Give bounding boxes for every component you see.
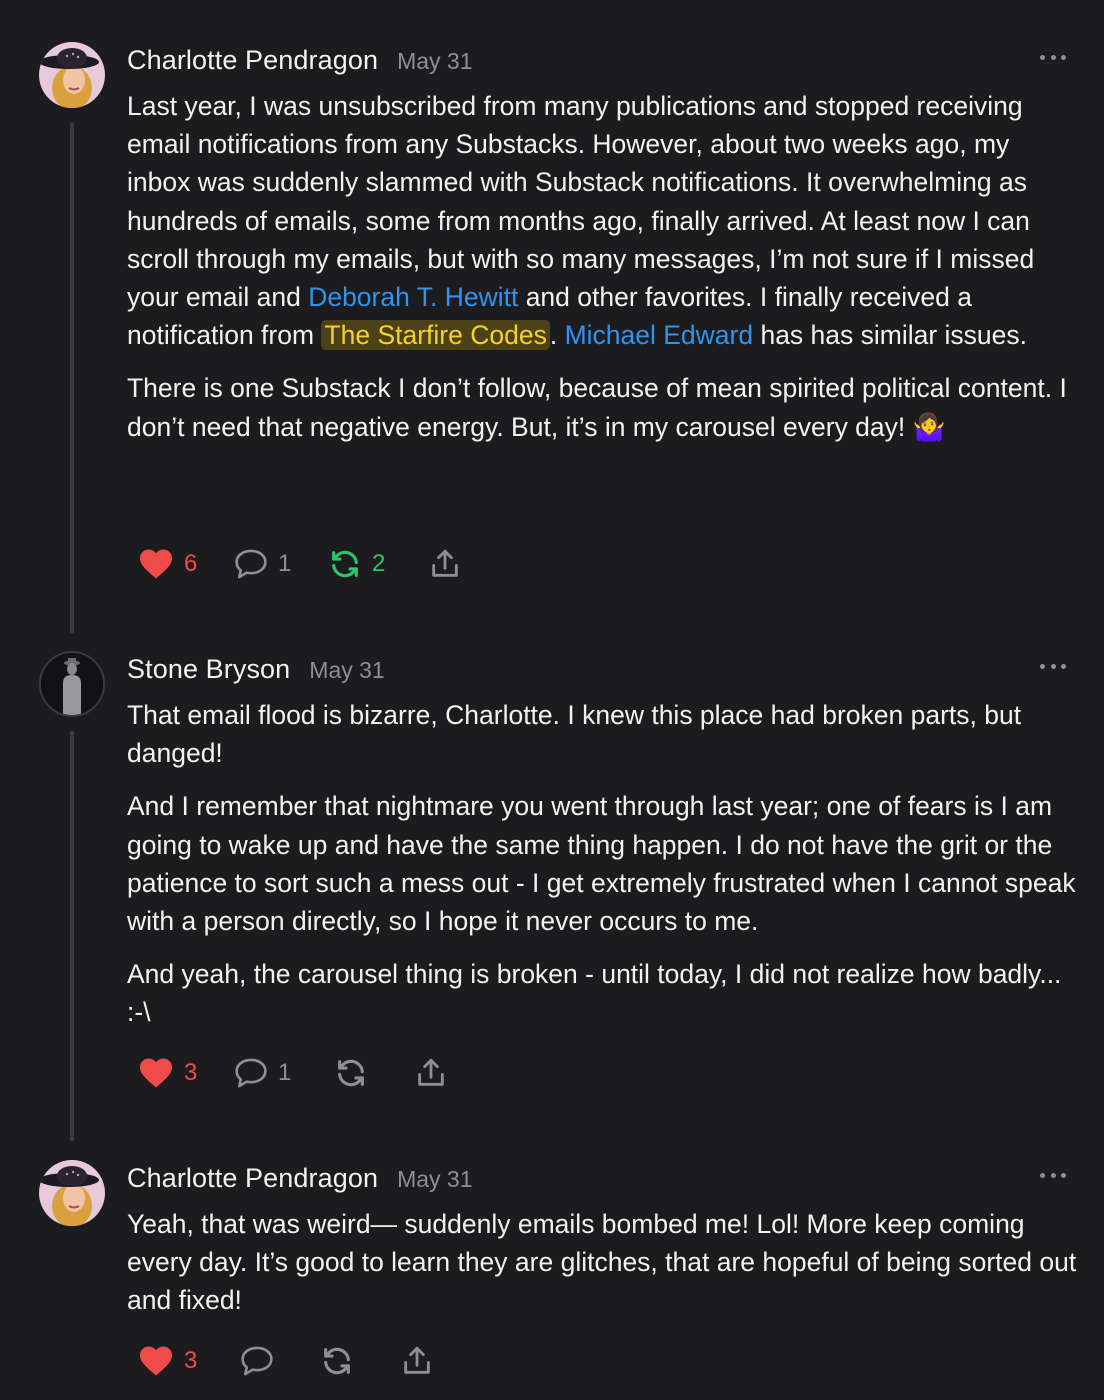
silhouette-avatar-icon bbox=[41, 653, 103, 715]
reply-button[interactable]: 1 bbox=[234, 1053, 291, 1093]
comment-body: Yeah, that was weird— suddenly emails bo… bbox=[127, 1205, 1077, 1335]
comment-body: Last year, I was unsubscribed from many … bbox=[127, 87, 1077, 461]
share-button[interactable] bbox=[428, 544, 462, 584]
mention-link[interactable]: Deborah T. Hewitt bbox=[308, 282, 518, 312]
reply-count: 1 bbox=[278, 1059, 292, 1086]
like-count: 3 bbox=[184, 1059, 198, 1086]
comment-date[interactable]: May 31 bbox=[397, 48, 472, 75]
comment-header: Stone Bryson May 31 bbox=[127, 654, 385, 694]
more-options-icon[interactable] bbox=[1040, 50, 1066, 64]
restack-icon bbox=[324, 1347, 350, 1375]
like-button[interactable]: 3 bbox=[138, 1341, 197, 1381]
heart-icon bbox=[140, 549, 172, 579]
speech-bubble-icon bbox=[235, 549, 267, 579]
restack-button[interactable] bbox=[320, 1341, 354, 1381]
comment-paragraph: There is one Substack I don’t follow, be… bbox=[127, 373, 1067, 442]
restack-count: 2 bbox=[372, 550, 386, 577]
author-name[interactable]: Charlotte Pendragon bbox=[127, 45, 378, 76]
thread-line bbox=[70, 731, 74, 1141]
comment-paragraph: And yeah, the carousel thing is broken -… bbox=[127, 959, 1062, 1028]
author-name[interactable]: Charlotte Pendragon bbox=[127, 1163, 378, 1194]
comment-header: Charlotte Pendragon May 31 bbox=[127, 1163, 473, 1203]
reply-button[interactable]: 1 bbox=[234, 544, 291, 584]
restack-button[interactable] bbox=[334, 1053, 368, 1093]
comment-header: Charlotte Pendragon May 31 bbox=[127, 45, 473, 85]
text-segment: Last year, I was unsubscribed from many … bbox=[127, 91, 1035, 313]
like-button[interactable]: 6 bbox=[138, 544, 197, 584]
more-options-icon[interactable] bbox=[1040, 659, 1066, 673]
share-button[interactable] bbox=[400, 1341, 434, 1381]
speech-bubble-icon bbox=[241, 1346, 273, 1376]
restack-button[interactable]: 2 bbox=[328, 544, 385, 584]
publication-link[interactable]: The Starfire Codes bbox=[321, 320, 550, 351]
share-icon bbox=[418, 1058, 444, 1086]
like-button[interactable]: 3 bbox=[138, 1053, 197, 1093]
reply-button[interactable] bbox=[240, 1341, 274, 1381]
comment-body: That email flood is bizarre, Charlotte. … bbox=[127, 696, 1077, 1047]
text-segment: . bbox=[549, 320, 565, 351]
restack-icon bbox=[338, 1059, 364, 1087]
speech-bubble-icon bbox=[235, 1058, 267, 1088]
restack-icon bbox=[332, 550, 358, 578]
avatar[interactable] bbox=[39, 651, 105, 717]
like-count: 3 bbox=[184, 1347, 198, 1374]
avatar[interactable] bbox=[39, 1160, 105, 1226]
reply-count: 1 bbox=[278, 550, 292, 577]
author-name[interactable]: Stone Bryson bbox=[127, 654, 290, 685]
woman-in-hat-avatar-icon bbox=[39, 42, 105, 108]
like-count: 6 bbox=[184, 550, 198, 577]
more-options-icon[interactable] bbox=[1040, 1168, 1066, 1182]
comment-date[interactable]: May 31 bbox=[397, 1166, 472, 1193]
woman-in-hat-avatar-icon bbox=[39, 1160, 105, 1226]
heart-icon bbox=[140, 1058, 172, 1088]
comment-date[interactable]: May 31 bbox=[309, 657, 384, 684]
comment-paragraph: And I remember that nightmare you went t… bbox=[127, 791, 1076, 937]
comment-paragraph: That email flood is bizarre, Charlotte. … bbox=[127, 700, 1022, 769]
thread-line bbox=[70, 122, 74, 633]
mention-link[interactable]: Michael Edward bbox=[565, 320, 754, 350]
share-icon bbox=[432, 549, 458, 577]
text-segment: has has similar issues. bbox=[753, 320, 1028, 351]
share-icon bbox=[404, 1346, 430, 1374]
share-button[interactable] bbox=[414, 1053, 448, 1093]
comment-paragraph: Last year, I was unsubscribed from many … bbox=[127, 87, 1077, 354]
heart-icon bbox=[140, 1346, 172, 1376]
avatar[interactable] bbox=[39, 42, 105, 108]
comment-paragraph: Yeah, that was weird— suddenly emails bo… bbox=[127, 1209, 1077, 1316]
